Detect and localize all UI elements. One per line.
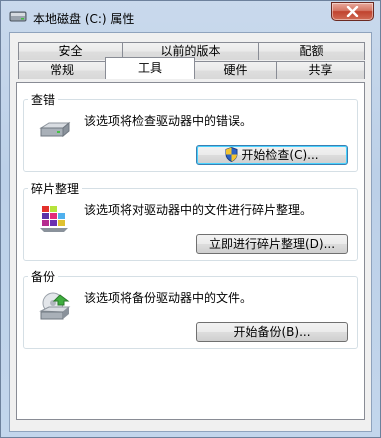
start-check-button[interactable]: 开始检查(C)... bbox=[196, 145, 348, 165]
close-icon bbox=[346, 6, 359, 17]
hard-drive-icon bbox=[38, 114, 72, 148]
start-backup-button[interactable]: 开始备份(B)... bbox=[196, 322, 348, 342]
title-bar[interactable]: 本地磁盘 (C:) 属性 bbox=[1, 1, 380, 31]
start-check-label: 开始检查(C)... bbox=[241, 148, 319, 162]
dialog-client: 安全 以前的版本 配额 常规 工具 硬件 共享 查错 该选项将检查驱动器中的错误… bbox=[9, 32, 372, 432]
tools-tab-page: 查错 该选项将检查驱动器中的错误。 开始检查(C)... 碎片整理 该选项将对驱… bbox=[16, 82, 365, 420]
tab-hardware[interactable]: 硬件 bbox=[194, 61, 277, 79]
error-check-group: 查错 该选项将检查驱动器中的错误。 开始检查(C)... bbox=[23, 91, 358, 172]
error-check-title: 查错 bbox=[28, 91, 59, 108]
window-title: 本地磁盘 (C:) 属性 bbox=[33, 12, 135, 26]
drive-icon bbox=[9, 9, 27, 23]
backup-title: 备份 bbox=[28, 268, 59, 285]
backup-icon bbox=[38, 289, 72, 323]
backup-description: 该选项将备份驱动器中的文件。 bbox=[84, 291, 253, 305]
backup-group: 备份 该选项将备份驱动器中的文件。 开始备份(B)... bbox=[23, 268, 358, 349]
properties-window: 本地磁盘 (C:) 属性 安全 以前的版本 配额 常规 工具 硬件 共享 查错 bbox=[0, 0, 381, 438]
defrag-icon bbox=[38, 201, 72, 235]
defrag-now-button[interactable]: 立即进行碎片整理(D)... bbox=[196, 234, 348, 254]
defrag-description: 该选项将对驱动器中的文件进行碎片整理。 bbox=[84, 203, 313, 217]
close-button[interactable] bbox=[331, 2, 374, 21]
defrag-title: 碎片整理 bbox=[28, 180, 83, 197]
tab-tools[interactable]: 工具 bbox=[105, 57, 195, 79]
tab-quota[interactable]: 配额 bbox=[258, 42, 365, 60]
uac-shield-icon bbox=[225, 146, 238, 167]
error-check-description: 该选项将检查驱动器中的错误。 bbox=[84, 114, 253, 128]
defrag-group: 碎片整理 该选项将对驱动器中的文件进行碎片整理。 立即进行碎片整理(D)... bbox=[23, 180, 358, 261]
tab-general[interactable]: 常规 bbox=[18, 61, 106, 79]
tab-sharing[interactable]: 共享 bbox=[276, 61, 365, 79]
